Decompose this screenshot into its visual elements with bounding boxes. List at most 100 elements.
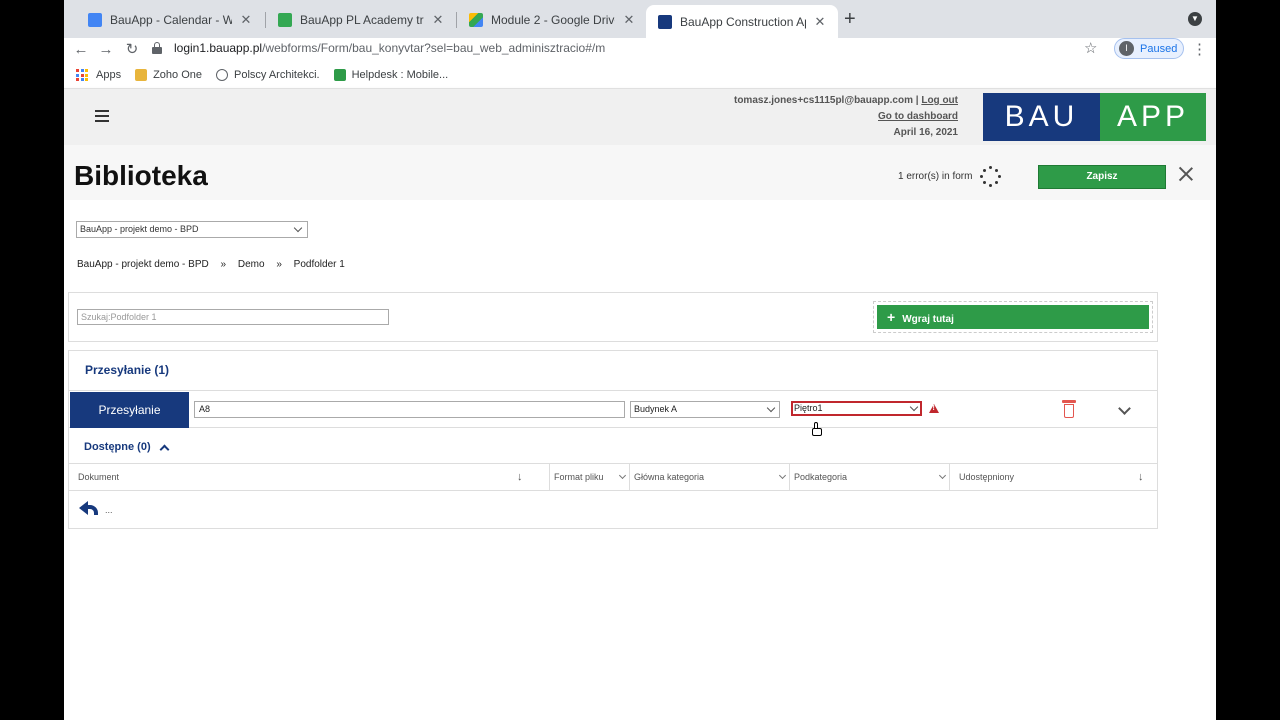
project-select[interactable]: BauApp - projekt demo - BPD: [76, 221, 308, 238]
breadcrumb: BauApp - projekt demo - BPD » Demo » Pod…: [77, 259, 354, 270]
loading-spinner-icon: [980, 166, 1002, 188]
logo-right: APP: [1100, 93, 1206, 141]
plus-icon: +: [887, 309, 896, 325]
current-date: April 16, 2021: [893, 127, 958, 138]
column-label: Główna kategoria: [634, 472, 705, 482]
upload-dropzone[interactable]: + Wgraj tutaj: [873, 301, 1153, 333]
lock-icon: [152, 42, 162, 54]
breadcrumb-separator: »: [276, 259, 282, 270]
column-header-shared[interactable]: Udostępniony ↓: [949, 464, 1157, 490]
browser-tab-sheets[interactable]: BauApp PL Academy training a ✕: [266, 6, 456, 34]
mouse-cursor-icon: [812, 422, 822, 436]
trash-icon[interactable]: [1062, 400, 1076, 418]
tab-search-icon[interactable]: ▼: [1188, 12, 1202, 26]
subcategory-value: Piętro1: [794, 403, 823, 413]
bookmarks-bar: Apps Zoho One Polscy Architekci. Helpdes…: [64, 62, 1216, 88]
document-name-input[interactable]: A8: [194, 401, 625, 418]
bookmark-apps[interactable]: Apps: [76, 69, 121, 81]
page-title: Biblioteka: [74, 160, 208, 191]
bookmark-zoho[interactable]: Zoho One: [135, 69, 202, 81]
table-header: Dokument ↓ Format pliku Główna kategoria…: [69, 463, 1157, 491]
tab-title: BauApp - Calendar - Week of A: [110, 13, 232, 27]
browser-tab-drive[interactable]: Module 2 - Google Drive ✕: [457, 6, 647, 34]
tab-strip: BauApp - Calendar - Week of A ✕ BauApp P…: [64, 0, 1216, 38]
column-label: Udostępniony: [959, 472, 1015, 482]
bookmark-star-icon[interactable]: ☆: [1084, 39, 1097, 57]
uploads-panel: Przesyłanie (1) Przesyłanie A8 Budynek A…: [68, 350, 1158, 529]
close-tab-icon[interactable]: ✕: [430, 12, 446, 28]
breadcrumb-item[interactable]: Podfolder 1: [294, 259, 345, 270]
bookmark-polscy-architekci[interactable]: Polscy Architekci.: [216, 69, 320, 81]
user-info: tomasz.jones+cs1115pl@bauapp.com | Log o…: [734, 93, 958, 141]
dashboard-link[interactable]: Go to dashboard: [878, 111, 958, 122]
column-header-document[interactable]: Dokument ↓: [69, 464, 549, 490]
breadcrumb-separator: »: [220, 259, 227, 270]
more-menu-icon[interactable]: ⋮: [1192, 40, 1207, 58]
chevron-down-icon: [938, 471, 947, 480]
tab-title: Module 2 - Google Drive: [491, 13, 615, 27]
logout-link[interactable]: Log out: [921, 95, 958, 106]
breadcrumb-item[interactable]: BauApp - projekt demo - BPD: [77, 259, 209, 270]
bauapp-logo: BAU APP: [983, 93, 1206, 141]
avatar: I: [1119, 41, 1134, 56]
available-title: Dostępne (0): [84, 441, 151, 453]
back-arrow-icon: [79, 501, 99, 515]
bookmark-label: Apps: [96, 69, 122, 81]
bookmark-label: Helpdesk : Mobile...: [351, 69, 449, 81]
close-icon[interactable]: [1177, 165, 1195, 183]
reload-icon[interactable]: ↻: [122, 40, 142, 60]
bauapp-icon: [658, 14, 672, 29]
chevron-down-icon: [778, 471, 787, 480]
subcategory-select[interactable]: Piętro1: [791, 401, 922, 416]
expand-chevron-icon[interactable]: [1118, 402, 1131, 415]
apps-grid-icon: [76, 69, 88, 81]
column-label: Dokument: [78, 472, 120, 482]
logo-left: BAU: [983, 93, 1100, 141]
column-label: Format pliku: [554, 472, 604, 482]
parent-folder-row[interactable]: ...: [79, 501, 113, 515]
hamburger-menu-icon[interactable]: [95, 110, 109, 122]
address-bar[interactable]: login1.bauapp.pl/webforms/Form/bau_konyv…: [152, 38, 1104, 58]
back-arrow-icon[interactable]: ←: [71, 40, 91, 60]
drive-icon: [469, 13, 483, 27]
calendar-icon: [88, 13, 102, 27]
available-section-toggle[interactable]: Dostępne (0): [84, 441, 170, 454]
project-select-value: BauApp - projekt demo - BPD: [80, 224, 199, 234]
warning-icon: [929, 404, 939, 413]
chevron-down-icon: [766, 403, 776, 413]
close-tab-icon[interactable]: ✕: [621, 12, 637, 28]
save-button[interactable]: Zapisz: [1038, 165, 1166, 189]
column-label: Podkategoria: [794, 472, 848, 482]
column-header-main-category[interactable]: Główna kategoria: [629, 464, 789, 490]
column-header-subcategory[interactable]: Podkategoria: [789, 464, 949, 490]
breadcrumb-item[interactable]: Demo: [238, 259, 265, 270]
profile-button[interactable]: I Paused: [1114, 38, 1184, 59]
close-tab-icon[interactable]: ✕: [812, 14, 828, 30]
browser-tab-calendar[interactable]: BauApp - Calendar - Week of A ✕: [76, 6, 264, 34]
helpdesk-icon: [333, 69, 346, 81]
main-category-value: Budynek A: [634, 404, 678, 414]
upload-here-button[interactable]: + Wgraj tutaj: [877, 305, 1149, 329]
sort-arrow-icon[interactable]: ↓: [1138, 464, 1144, 490]
column-header-format[interactable]: Format pliku: [549, 464, 629, 490]
main-category-select[interactable]: Budynek A: [630, 401, 780, 418]
upload-label: Wgraj tutaj: [902, 314, 954, 325]
profile-status: Paused: [1140, 42, 1178, 55]
browser-toolbar: ← → ↻ login1.bauapp.pl/webforms/Form/bau…: [64, 38, 1216, 62]
chevron-down-icon: [618, 471, 627, 480]
forward-arrow-icon[interactable]: →: [96, 40, 116, 60]
browser-window: BauApp - Calendar - Week of A ✕ BauApp P…: [64, 0, 1216, 720]
chevron-down-icon: [909, 402, 919, 412]
tab-title: BauApp Construction App: [680, 14, 806, 29]
sort-arrow-icon[interactable]: ↓: [517, 464, 523, 490]
search-input[interactable]: Szukaj:Podfolder 1: [77, 309, 389, 325]
search-panel: Szukaj:Podfolder 1 + Wgraj tutaj: [68, 292, 1158, 342]
browser-tab-bauapp[interactable]: BauApp Construction App ✕: [646, 5, 838, 38]
url-text: login1.bauapp.pl/webforms/Form/bau_konyv…: [174, 41, 606, 55]
title-bar: Biblioteka 1 error(s) in form Zapisz: [64, 145, 1216, 200]
upload-row-label: Przesyłanie: [70, 392, 189, 428]
new-tab-icon[interactable]: +: [844, 9, 856, 29]
close-tab-icon[interactable]: ✕: [238, 12, 254, 28]
bookmark-helpdesk[interactable]: Helpdesk : Mobile...: [333, 69, 449, 81]
chevron-down-icon: [293, 223, 303, 233]
